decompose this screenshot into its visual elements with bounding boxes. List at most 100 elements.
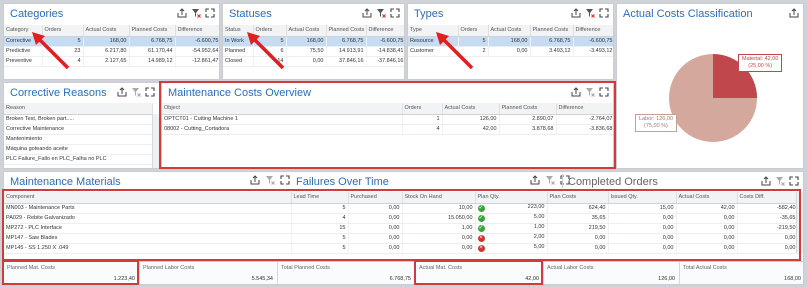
- materials-title[interactable]: Maintenance Materials: [10, 176, 121, 188]
- labor-label: Labor: 126,00: [639, 116, 673, 122]
- statuses-title: Statuses: [229, 8, 272, 20]
- classification-title: Actual Costs Classification: [623, 8, 753, 20]
- table-cell: Broken Test, Broken part.....: [4, 114, 153, 125]
- table-row[interactable]: Broken Test, Broken part.....: [4, 114, 153, 125]
- table-cell: 168,00: [83, 36, 130, 47]
- table-row[interactable]: Mantenimiento: [4, 134, 153, 145]
- table-cell: 6.768,75: [326, 36, 367, 47]
- vertical-scrollbar[interactable]: [152, 114, 159, 168]
- expand-icon[interactable]: [205, 8, 215, 18]
- table-row[interactable]: PLC Failure_Fallo en PLC_Falha no PLC: [4, 154, 153, 165]
- corrective-reasons-panel: Corrective Reasons Reason Broken Test, B…: [3, 82, 160, 169]
- stat-label: Actual Labor Costs: [547, 265, 594, 271]
- table-cell: Corrective Maintenance: [4, 124, 153, 135]
- table-cell: 37.846,16: [326, 56, 367, 67]
- highlight-box: [414, 260, 543, 285]
- filter-clear-icon[interactable]: [585, 8, 595, 18]
- material-label: Material: 42,00: [742, 56, 779, 62]
- labor-percent: (75,00 %): [644, 123, 668, 129]
- filter-clear-icon[interactable]: [191, 8, 201, 18]
- table-cell: 3.493,12: [530, 46, 574, 57]
- column-header[interactable]: Actual Costs: [83, 25, 130, 37]
- table-cell: 14.989,12: [129, 56, 176, 67]
- table-cell: Máquina goteando aceite: [4, 144, 153, 155]
- table-cell: 75,50: [286, 46, 327, 57]
- table-cell: 6.768,75: [129, 36, 176, 47]
- table-cell: -14.838,41: [366, 46, 404, 57]
- classification-pie-chart: [666, 54, 757, 142]
- table-cell: -6.600,75: [175, 36, 219, 47]
- stat-value: 6.768,75: [389, 276, 411, 282]
- column-header[interactable]: Difference: [366, 25, 404, 37]
- export-icon[interactable]: [362, 8, 372, 18]
- filter-icon[interactable]: [131, 87, 141, 97]
- column-header[interactable]: Planned Costs: [530, 25, 574, 37]
- actual-labor-costs: Actual Labor Costs 126,00: [544, 262, 680, 284]
- table-cell: Mantenimiento: [4, 134, 153, 145]
- expand-icon[interactable]: [789, 176, 799, 186]
- export-icon[interactable]: [571, 8, 581, 18]
- classification-panel: Actual Costs Classification Material: 42…: [616, 3, 804, 169]
- table-cell: -6.600,75: [366, 36, 404, 47]
- expand-icon[interactable]: [390, 8, 400, 18]
- column-header[interactable]: Planned Costs: [326, 25, 367, 37]
- filter-icon[interactable]: [265, 175, 275, 185]
- table-cell: -12.861,47: [175, 56, 219, 67]
- filter-clear-icon[interactable]: [376, 8, 386, 18]
- table-cell: 61.170,44: [129, 46, 176, 57]
- export-icon[interactable]: [177, 8, 187, 18]
- export-icon[interactable]: [530, 175, 540, 185]
- highlight-box: [2, 189, 801, 261]
- highlight-box: [2, 260, 139, 285]
- annotation-arrow: [32, 32, 70, 70]
- expand-icon[interactable]: [280, 175, 290, 185]
- failures-over-time-tab[interactable]: Failures Over Time: [296, 176, 389, 188]
- stat-value: 5.545,34: [251, 276, 273, 282]
- column-header[interactable]: Planned Costs: [129, 25, 176, 37]
- table-cell: 2.127,65: [83, 56, 130, 67]
- export-icon[interactable]: [789, 8, 799, 18]
- table-cell: 0,00: [488, 46, 531, 57]
- filter-icon[interactable]: [775, 176, 785, 186]
- total-planned-costs: Total Planned Costs 6.768,75: [278, 262, 416, 284]
- table-cell: PLC Failure_Fallo en PLC_Falha no PLC: [4, 154, 153, 165]
- table-cell: -6.600,75: [573, 36, 613, 47]
- tab-divider: [562, 174, 563, 188]
- reasons-table: Reason Broken Test, Broken part..... Cor…: [4, 103, 153, 165]
- column-header[interactable]: Reason: [4, 103, 153, 115]
- column-header[interactable]: Difference: [175, 25, 219, 37]
- stat-value: 168,00: [784, 276, 801, 282]
- filter-icon[interactable]: [545, 175, 555, 185]
- stat-label: Total Actual Costs: [683, 265, 727, 271]
- table-row[interactable]: Corrective Maintenance: [4, 124, 153, 135]
- planned-labor-costs: Planned Labor Costs 5.545,34: [140, 262, 278, 284]
- highlight-box: [159, 81, 616, 169]
- expand-icon[interactable]: [599, 8, 609, 18]
- column-header[interactable]: Actual Costs: [488, 25, 531, 37]
- table-cell: 6.768,75: [530, 36, 574, 47]
- expand-icon[interactable]: [145, 87, 155, 97]
- labor-data-label: Labor: 126,00 (75,00 %): [635, 114, 677, 132]
- annotation-arrow: [247, 32, 285, 70]
- corrective-reasons-title: Corrective Reasons: [10, 87, 107, 99]
- table-cell: 6.217,80: [83, 46, 130, 57]
- column-header[interactable]: Actual Costs: [286, 25, 327, 37]
- column-header[interactable]: Difference: [573, 25, 613, 37]
- material-data-label: Material: 42,00 (25,00 %): [738, 54, 783, 72]
- table-cell: -54.952,64: [175, 46, 219, 57]
- export-icon[interactable]: [117, 87, 127, 97]
- completed-orders-tab[interactable]: Completed Orders: [568, 176, 658, 188]
- table-cell: 168,00: [488, 36, 531, 47]
- stat-value: 126,00: [658, 276, 675, 282]
- export-icon[interactable]: [761, 176, 771, 186]
- material-percent: (25,00 %): [748, 63, 773, 69]
- table-cell: 168,00: [286, 36, 327, 47]
- export-icon[interactable]: [250, 175, 260, 185]
- stat-label: Planned Labor Costs: [143, 265, 195, 271]
- table-cell: -37.846,16: [366, 56, 404, 67]
- categories-title: Categories: [10, 8, 64, 20]
- table-row[interactable]: Máquina goteando aceite: [4, 144, 153, 155]
- annotation-arrow: [436, 32, 474, 70]
- table-cell: 0,00: [286, 56, 327, 67]
- total-actual-costs: Total Actual Costs 168,00: [680, 262, 803, 284]
